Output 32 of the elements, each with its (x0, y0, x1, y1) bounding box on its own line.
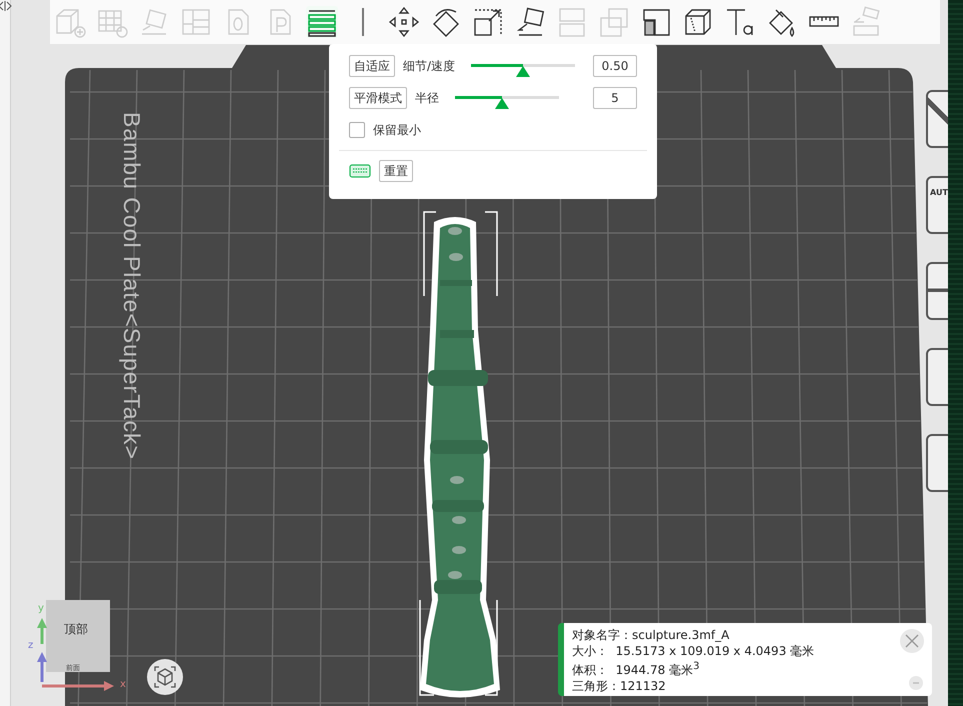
slider[interactable] (455, 94, 559, 110)
slider[interactable] (471, 62, 576, 78)
move-icon[interactable] (388, 6, 420, 38)
slider-thumb[interactable] (516, 66, 530, 77)
keyboard-icon[interactable] (349, 164, 371, 178)
camera-view-button[interactable] (147, 659, 183, 695)
plate-label: Bambu Cool Plate<SuperTack> (118, 112, 145, 462)
axis-label: x (120, 679, 126, 690)
info-text: 大小： 15.5173 x 109.019 x 4.0493 毫米 (572, 643, 816, 659)
mode-button[interactable]: 自适应 (349, 55, 395, 77)
checkbox-label: 保留最小 (373, 122, 421, 138)
axis-label: y (38, 603, 44, 614)
value-field[interactable]: 5 (593, 87, 637, 109)
reset-button[interactable]: 重置 (379, 160, 413, 182)
slider-label: 半径 (415, 90, 439, 106)
slider-thumb[interactable] (494, 98, 509, 109)
axis-label: z (28, 640, 34, 651)
z-axis-arrow (37, 652, 47, 682)
mode-button[interactable]: 平滑模式 (349, 87, 407, 109)
close-icon[interactable] (900, 629, 924, 653)
value-field[interactable]: 0.50 (593, 55, 637, 77)
checkbox[interactable] (349, 122, 365, 138)
info-text: 体积： 1944.78 毫米$^{3}$ (572, 660, 700, 678)
layers-icon[interactable] (306, 6, 338, 38)
x-axis-arrow (42, 681, 114, 691)
slider-label: 细节/速度 (403, 58, 456, 74)
cube-face-label: 顶部 (64, 621, 88, 638)
side-tool-button[interactable]: AUT (926, 176, 948, 234)
panel-toggle-icon[interactable] (0, 0, 12, 12)
info-text: 对象名字：sculpture.3mf_A (572, 627, 730, 643)
info-text: 三角形：121132 (572, 678, 667, 694)
y-axis-arrow (37, 618, 47, 644)
